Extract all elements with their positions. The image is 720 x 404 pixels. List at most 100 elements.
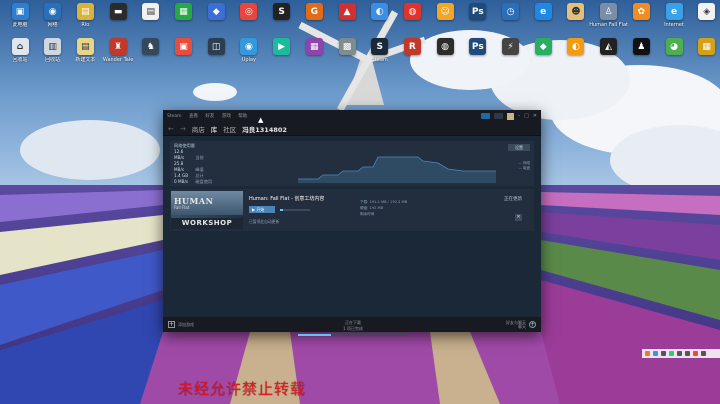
desktop-shortcut[interactable]: ▥ 回收站 [36, 38, 70, 72]
tray-volume-icon[interactable] [661, 351, 666, 356]
steam-window[interactable]: Steam 查看 好友 游戏 帮助 – □ ✕ ← → 商店 库 社区 冯良13… [163, 110, 541, 336]
close-icon[interactable]: ✕ [533, 113, 537, 119]
maximize-icon[interactable]: □ [524, 113, 529, 119]
app-icon: ▦ [175, 3, 192, 20]
desktop-shortcut[interactable]: ◷ [494, 3, 528, 37]
watermark-overlay-text: 未经允许禁止转载 [178, 380, 307, 398]
desktop-shortcut[interactable]: ▶ [265, 38, 299, 72]
tray-network-icon[interactable] [653, 351, 658, 356]
desktop-shortcut[interactable]: e [526, 3, 560, 37]
tray-app-icon[interactable] [645, 351, 650, 356]
desktop-shortcut[interactable]: ✿ [624, 3, 658, 37]
desktop-shortcut[interactable]: ▤ 新建文本 [68, 38, 102, 72]
desktop-shortcut[interactable]: ♟ [624, 38, 658, 72]
download-stats-panel: 网络使用量 12.6 MB/s 当前 25.8 MB/s 峰值 1.4 GB 总… [170, 141, 534, 186]
desktop-shortcut[interactable]: ▦ [167, 3, 201, 37]
desktop-shortcut[interactable]: ◍ [395, 3, 429, 37]
edge-icon: e [534, 3, 552, 20]
desktop-shortcut-label: 新建文本 [75, 57, 96, 63]
minimize-icon[interactable]: – [518, 113, 521, 119]
desktop-shortcut-label: 此电脑 [12, 22, 28, 28]
remove-download-button[interactable]: ✕ [515, 214, 522, 221]
desktop-shortcut[interactable]: ▣ 此电脑 [3, 3, 37, 37]
avatar[interactable] [506, 112, 514, 120]
desktop-shortcut[interactable]: G [297, 3, 331, 37]
desktop-shortcut[interactable]: ☻ [559, 3, 593, 37]
desktop-shortcut[interactable]: ◉ 网络 [36, 3, 70, 37]
recycle-bin-icon: ⌂ [11, 38, 29, 55]
desktop-shortcut[interactable]: ⌂ 回收站 [3, 38, 37, 72]
desktop-shortcut[interactable]: S Steam [363, 38, 397, 72]
desktop-shortcut[interactable]: ▬ [101, 3, 135, 37]
tray-battery-icon[interactable] [685, 351, 690, 356]
desktop-shortcut[interactable]: ◉ Uplay [232, 38, 266, 72]
steam-titlebar[interactable]: Steam 查看 好友 游戏 帮助 – □ ✕ [163, 110, 541, 122]
friends-chat-button[interactable]: 好友与聊天 聊天 + [506, 320, 536, 329]
clock-icon: ◷ [502, 3, 519, 20]
desktop-shortcut[interactable]: ◍ [428, 38, 462, 72]
menu-help[interactable]: 帮助 [238, 114, 247, 119]
desktop-shortcut[interactable]: ◆ [199, 3, 233, 37]
forward-arrow-icon[interactable]: → [180, 125, 186, 133]
desktop-shortcut[interactable]: ▤ Rlo [68, 3, 102, 37]
tray-app-icon[interactable] [669, 351, 674, 356]
desktop-shortcut[interactable]: ◆ [526, 38, 560, 72]
qq-icon: ♟ [632, 38, 650, 55]
desktop-shortcut[interactable]: ◕ [657, 38, 691, 72]
nav-library[interactable]: 库 [211, 124, 218, 134]
footer-download-status[interactable]: 正在下载 1 项已完成 [293, 320, 413, 336]
desktop-shortcut[interactable]: ◫ [199, 38, 233, 72]
desktop-shortcut-label: Internet [664, 22, 684, 28]
desktop-shortcut[interactable]: ◎ [232, 3, 266, 37]
app-icon: ◍ [436, 38, 454, 55]
desktop-shortcut[interactable]: ▦ [297, 38, 331, 72]
desktop-shortcut[interactable]: ♜ Wander Tale [101, 38, 135, 72]
message-icon[interactable] [493, 113, 503, 119]
app-icon: ▬ [109, 3, 127, 20]
desktop-shortcut[interactable]: ▲ [330, 3, 364, 37]
desktop-shortcut[interactable]: ⚡ [494, 38, 528, 72]
settings-button[interactable]: 设置 [508, 144, 530, 151]
desktop-shortcut[interactable]: ◈ [690, 3, 720, 37]
notification-icon[interactable] [480, 113, 490, 119]
stat-peak: 25.8 MB/s 峰值 [174, 161, 204, 172]
game-banner[interactable]: HUMAN Fall Flat WORKSHOP [171, 191, 243, 229]
game-icon: ♙ [600, 3, 618, 20]
desktop-shortcut[interactable]: ◭ [592, 38, 626, 72]
tray-app-icon[interactable] [693, 351, 698, 356]
desktop-shortcut[interactable]: ◐ [363, 3, 397, 37]
back-arrow-icon[interactable]: ← [168, 125, 174, 133]
desktop-shortcut[interactable]: ☺ [428, 3, 462, 37]
nav-store[interactable]: 商店 [192, 124, 205, 134]
nav-community[interactable]: 社区 [223, 124, 236, 134]
play-button[interactable]: ▶ 开始 [249, 206, 275, 213]
steam-footer: + 添加游戏 正在下载 1 项已完成 好友与聊天 聊天 + [163, 317, 541, 336]
desktop-shortcut[interactable]: ♞ [134, 38, 168, 72]
menu-view[interactable]: 查看 [189, 114, 198, 119]
desktop-shortcut[interactable]: ▩ [330, 38, 364, 72]
menu-steam[interactable]: Steam [167, 114, 182, 119]
download-progress-fill [280, 209, 283, 211]
desktop-shortcut[interactable]: ▤ [134, 3, 168, 37]
menu-friends[interactable]: 好友 [205, 114, 214, 119]
menu-games[interactable]: 游戏 [222, 114, 231, 119]
desktop-shortcut[interactable]: ◐ [559, 38, 593, 72]
desktop-shortcut[interactable]: S [265, 3, 299, 37]
game-name[interactable]: Human: Fall Flat - 创意工坊内容 [249, 195, 324, 202]
tray-notification-icon[interactable] [701, 351, 706, 356]
desktop-shortcut[interactable]: Ps [461, 3, 495, 37]
add-game-button[interactable]: + 添加游戏 [168, 321, 194, 328]
desktop-shortcut[interactable]: Ps [461, 38, 495, 72]
desktop-shortcut[interactable]: R [395, 38, 429, 72]
desktop-shortcut[interactable]: ▣ [167, 38, 201, 72]
desktop-shortcut[interactable]: e Internet [657, 3, 691, 37]
desktop-shortcut-label: Human Fall Flat [589, 22, 628, 28]
nav-username[interactable]: 冯良1314802 [242, 124, 287, 134]
time-remaining: 剩余时间 [360, 212, 375, 216]
tray-keyboard-icon[interactable] [677, 351, 682, 356]
graph-legend: — 网络 — 磁盘 [518, 161, 530, 171]
photoshop-icon: Ps [469, 38, 487, 55]
download-item[interactable]: HUMAN Fall Flat WORKSHOP Human: Fall Fla… [170, 189, 534, 231]
desktop-shortcut[interactable]: ♙ Human Fall Flat [589, 3, 628, 37]
desktop-shortcut[interactable]: ▦ [690, 38, 720, 72]
